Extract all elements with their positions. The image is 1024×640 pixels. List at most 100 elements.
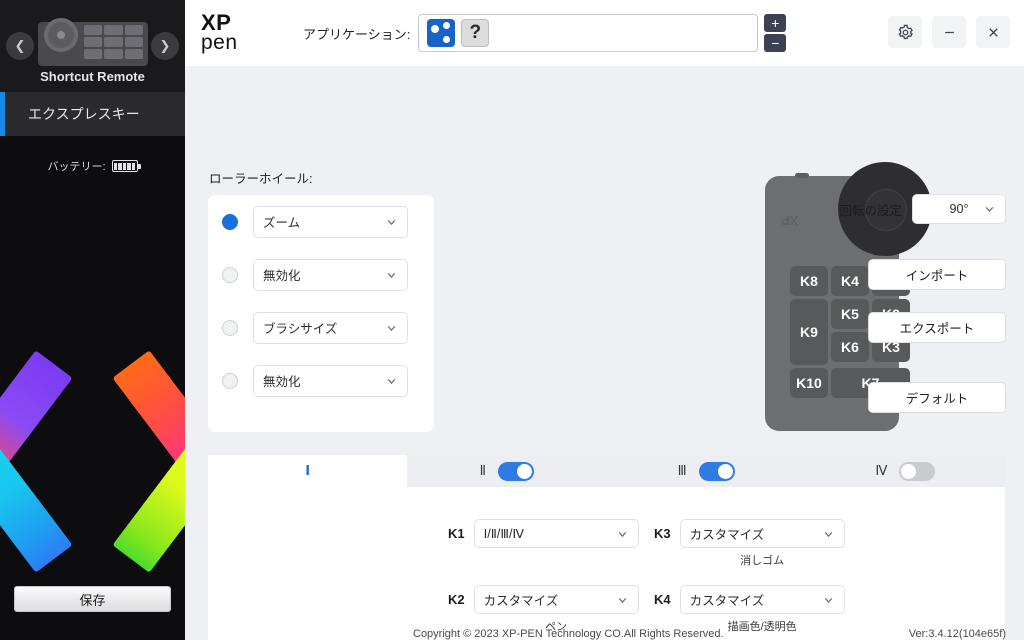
chevron-down-icon	[385, 215, 398, 228]
window-controls	[888, 16, 1010, 48]
roller-function-value-3: ブラシサイズ	[263, 322, 338, 336]
roller-radio-2[interactable]	[222, 266, 238, 283]
tab-group-4[interactable]: Ⅳ	[806, 455, 1005, 487]
device-key-k6[interactable]: K6	[831, 332, 869, 362]
rotation-value: 90°	[949, 202, 969, 216]
default-button[interactable]: デフォルト	[868, 382, 1006, 413]
roller-function-select-3[interactable]: ブラシサイズ	[253, 311, 408, 344]
save-button-label: 保存	[79, 592, 106, 608]
chevron-down-icon	[616, 593, 629, 606]
copyright-text: Copyright © 2023 XP-PEN Technology CO.Al…	[413, 628, 724, 640]
tab-group-3-label: Ⅲ	[677, 463, 687, 478]
sidebar: ❮ ❯ Shortcut Remote エクスプレスキー バッテリー: 保存	[0, 0, 185, 640]
content-area: ローラーホイール: ズーム 無効化 ブラシサイズ 無効化 XP K8 K4 K9…	[185, 66, 1024, 640]
carousel-prev-button[interactable]: ❮	[6, 32, 34, 60]
key-select-k1[interactable]: Ⅰ/Ⅱ/Ⅲ/Ⅳ	[473, 519, 639, 548]
roller-row-2: 無効化	[208, 248, 434, 301]
device-thumb-wheel-icon	[43, 18, 78, 52]
settings-gear-button[interactable]	[888, 16, 922, 48]
key-row-k1: K1 Ⅰ/Ⅱ/Ⅲ/Ⅳ	[448, 519, 639, 552]
battery-full-icon	[111, 160, 141, 172]
device-watermark: XP	[781, 213, 799, 228]
remove-application-button[interactable]: −	[764, 34, 787, 52]
gear-icon	[898, 24, 913, 39]
tab-group-2[interactable]: Ⅱ	[407, 455, 606, 487]
battery-label: バッテリー:	[47, 161, 106, 173]
minimize-button[interactable]	[932, 16, 966, 48]
sidebar-item-express-keys[interactable]: エクスプレスキー	[0, 92, 185, 136]
device-nub	[795, 173, 809, 178]
main-area: XP pen アプリケーション: ? + − ローラーホイール: ズーム 無効化…	[185, 0, 1024, 640]
key-select-k2[interactable]: カスタマイズ	[473, 585, 639, 614]
tab-group-2-toggle[interactable]	[498, 461, 535, 481]
key-assignment-panel: K1 Ⅰ/Ⅱ/Ⅲ/Ⅳ K2 カスタマイズ ペン K3 カスタマイズ 消しゴム K…	[208, 487, 1005, 640]
key-select-k4[interactable]: カスタマイズ	[679, 585, 845, 614]
roller-function-select-1[interactable]: ズーム	[253, 205, 408, 238]
save-button[interactable]: 保存	[14, 586, 171, 612]
key-label-k1: K1	[448, 526, 465, 541]
key-select-k3[interactable]: カスタマイズ	[679, 519, 845, 548]
tab-group-4-label: Ⅳ	[875, 463, 888, 478]
device-key-k9[interactable]: K9	[790, 299, 828, 365]
key-value-k4: カスタマイズ	[689, 594, 765, 608]
chevron-down-icon	[385, 374, 398, 387]
device-key-k8[interactable]: K8	[790, 266, 828, 296]
chevron-down-icon	[385, 268, 398, 281]
top-bar: XP pen アプリケーション: ? + −	[185, 0, 1024, 66]
key-label-k4: K4	[654, 592, 671, 607]
chevron-down-icon	[983, 203, 996, 216]
roller-function-value-2: 無効化	[263, 269, 301, 283]
export-button-label: エクスポート	[899, 322, 975, 336]
application-list-field[interactable]: ?	[418, 14, 759, 52]
roller-function-select-2[interactable]: 無効化	[253, 258, 408, 291]
key-group-tabs: Ⅰ Ⅱ Ⅲ Ⅳ	[208, 455, 1005, 487]
device-key-k10[interactable]: K10	[790, 368, 828, 398]
key-row-k2: K2 カスタマイズ ペン	[448, 585, 639, 634]
key-value-k3: カスタマイズ	[689, 528, 765, 542]
rotation-label: 回転の設定	[839, 203, 902, 218]
device-thumb-keys	[83, 25, 144, 59]
sidebar-item-label: エクスプレスキー	[28, 106, 140, 122]
roller-row-3: ブラシサイズ	[208, 301, 434, 354]
tab-group-1[interactable]: Ⅰ	[208, 455, 408, 487]
key-value-k1: Ⅰ/Ⅱ/Ⅲ/Ⅳ	[483, 527, 525, 541]
import-button-label: インポート	[905, 269, 969, 283]
key-row-k3: K3 カスタマイズ 消しゴム	[654, 519, 845, 568]
add-application-button[interactable]: +	[764, 14, 787, 32]
tab-group-3-toggle[interactable]	[698, 461, 735, 481]
export-button[interactable]: エクスポート	[868, 312, 1006, 343]
device-thumbnail	[37, 18, 148, 68]
close-button[interactable]	[976, 16, 1010, 48]
rotation-select[interactable]: 90°	[912, 194, 1006, 224]
roller-radio-3[interactable]	[222, 319, 238, 336]
roller-wheel-card: ズーム 無効化 ブラシサイズ 無効化	[208, 195, 434, 432]
application-label: アプリケーション:	[303, 26, 411, 42]
default-button-label: デフォルト	[905, 392, 969, 406]
question-mark-glyph: ?	[469, 22, 482, 43]
import-button[interactable]: インポート	[868, 259, 1006, 290]
question-mark-app-icon[interactable]: ?	[461, 19, 490, 47]
device-carousel: ❮ ❯ Shortcut Remote	[0, 0, 185, 92]
chevron-down-icon	[616, 527, 629, 540]
tab-group-3[interactable]: Ⅲ	[607, 455, 806, 487]
minimize-icon	[944, 31, 954, 33]
roller-radio-1[interactable]	[222, 213, 238, 230]
roller-radio-4[interactable]	[222, 372, 238, 389]
carousel-next-button[interactable]: ❯	[151, 32, 179, 60]
chevron-down-icon	[385, 321, 398, 334]
tab-group-4-toggle[interactable]	[899, 461, 936, 481]
device-key-k5[interactable]: K5	[831, 299, 869, 329]
version-text: Ver:3.4.12(104e65f)	[908, 628, 1006, 640]
roller-wheel-section-label: ローラーホイール:	[209, 172, 313, 186]
key-label-k3: K3	[654, 526, 671, 541]
rotation-setting-row: 回転の設定 90°	[839, 194, 1006, 224]
blue-dots-app-icon[interactable]	[427, 19, 456, 47]
brand-line-1: XP	[201, 10, 232, 36]
tab-group-1-label: Ⅰ	[305, 463, 311, 478]
roller-function-select-4[interactable]: 無効化	[253, 364, 408, 397]
device-key-k4[interactable]: K4	[831, 266, 869, 296]
key-row-k4: K4 カスタマイズ 描画色/透明色	[654, 585, 845, 634]
roller-function-value-1: ズーム	[263, 216, 301, 230]
key-sub-k3: 消しゴム	[740, 555, 785, 567]
chevron-down-icon	[822, 593, 835, 606]
